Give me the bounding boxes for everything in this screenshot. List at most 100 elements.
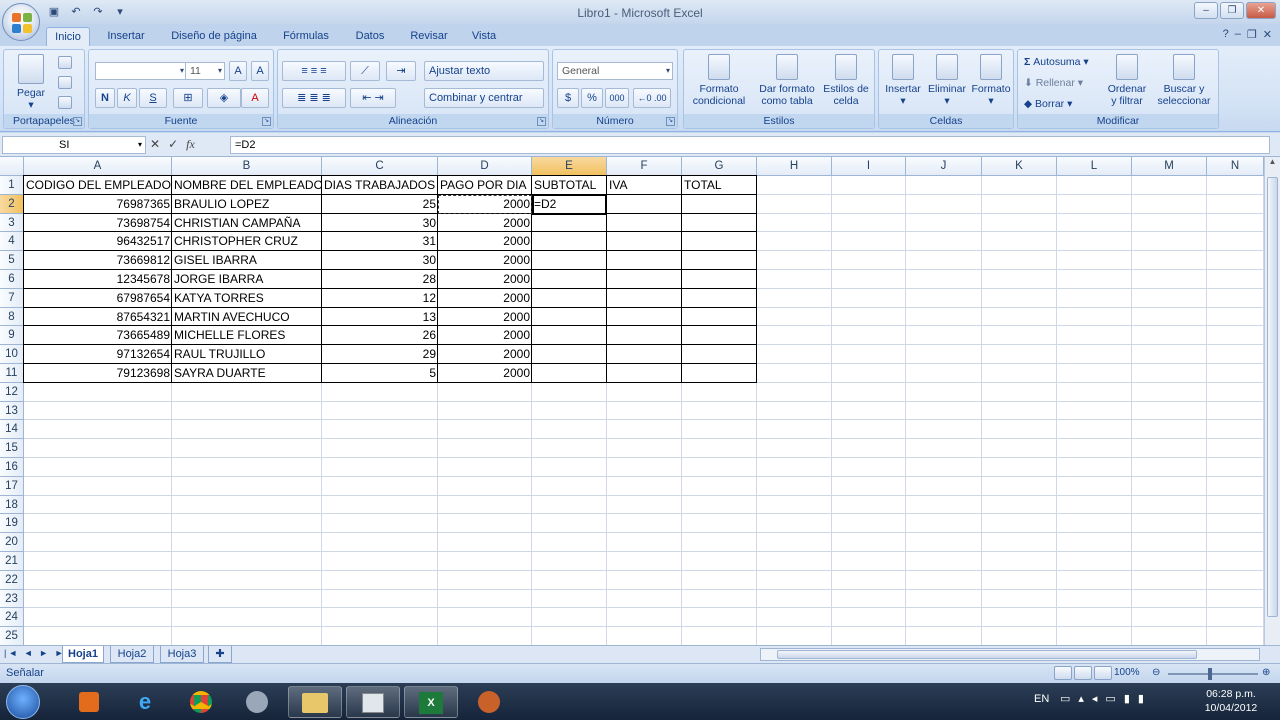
- dialog-launcher-icon[interactable]: ↘: [666, 117, 675, 126]
- row-header-4[interactable]: 4: [0, 232, 24, 252]
- minimize-button[interactable]: –: [1194, 2, 1218, 19]
- insert-cells-button[interactable]: Insertar ▾: [881, 54, 925, 107]
- select-all-corner[interactable]: [0, 157, 24, 176]
- zoom-level[interactable]: 100%: [1114, 667, 1140, 678]
- tab-diseno-pagina[interactable]: Diseño de página: [164, 27, 264, 46]
- row-header-19[interactable]: 19: [0, 514, 24, 534]
- taskbar-ie-icon[interactable]: e: [118, 686, 172, 718]
- row-header-1[interactable]: 1: [0, 176, 24, 195]
- header-cell-d1[interactable]: PAGO POR DIA: [438, 176, 532, 195]
- cell-c3[interactable]: 30: [322, 214, 438, 233]
- cell-a9[interactable]: 73665489: [24, 326, 172, 345]
- fill-color-button[interactable]: ◈: [207, 88, 241, 108]
- row-header-16[interactable]: 16: [0, 458, 24, 477]
- column-header-m[interactable]: M: [1132, 157, 1207, 176]
- cancel-formula-icon[interactable]: ✕: [150, 137, 160, 152]
- tab-revisar[interactable]: Revisar: [404, 27, 454, 46]
- taskbar-excel-icon[interactable]: X: [404, 686, 458, 718]
- clock[interactable]: 06:28 p.m. 10/04/2012: [1196, 687, 1266, 715]
- horizontal-scrollbar[interactable]: [760, 648, 1260, 661]
- cell-b11[interactable]: SAYRA DUARTE: [172, 364, 322, 383]
- cell-d6[interactable]: 2000: [438, 270, 532, 289]
- row-header-20[interactable]: 20: [0, 533, 24, 552]
- format-cells-button[interactable]: Formato ▾: [969, 54, 1013, 107]
- tab-inicio[interactable]: Inicio: [46, 27, 90, 46]
- cell-d3[interactable]: 2000: [438, 214, 532, 233]
- sheet-tab-hoja2[interactable]: Hoja2: [110, 646, 154, 663]
- formula-input[interactable]: =D2: [230, 136, 1270, 154]
- number-format-combo[interactable]: General ▾: [557, 62, 673, 80]
- sheet-tab-hoja3[interactable]: Hoja3: [160, 646, 204, 663]
- vertical-scrollbar[interactable]: ▲: [1264, 157, 1280, 645]
- format-as-table-button[interactable]: Dar formato como tabla: [754, 54, 820, 107]
- column-header-n[interactable]: N: [1207, 157, 1264, 176]
- page-break-view-icon[interactable]: [1094, 666, 1112, 680]
- orientation-button[interactable]: ⟋: [350, 61, 380, 81]
- header-cell-a1[interactable]: CODIGO DEL EMPLEADO: [24, 176, 172, 195]
- row-header-2[interactable]: 2: [0, 194, 24, 214]
- cell-a2[interactable]: 76987365: [24, 195, 172, 214]
- row-header-10[interactable]: 10: [0, 345, 24, 364]
- taskbar-app-icon[interactable]: [230, 686, 284, 718]
- taskbar-media-player-icon[interactable]: [62, 686, 116, 718]
- cell-d10[interactable]: 2000: [438, 345, 532, 364]
- cell-d8[interactable]: 2000: [438, 308, 532, 327]
- header-cell-g1[interactable]: TOTAL: [682, 176, 757, 195]
- column-header-b[interactable]: B: [172, 157, 322, 176]
- paste-button[interactable]: Pegar ▾: [12, 54, 50, 111]
- row-header-13[interactable]: 13: [0, 401, 24, 421]
- column-header-j[interactable]: J: [906, 157, 982, 176]
- shrink-font-button[interactable]: A: [251, 61, 269, 81]
- cell-b2[interactable]: BRAULIO LOPEZ: [172, 195, 322, 214]
- close-button[interactable]: ✕: [1246, 2, 1276, 19]
- cell-c6[interactable]: 28: [322, 270, 438, 289]
- cell-c4[interactable]: 31: [322, 232, 438, 251]
- normal-view-icon[interactable]: [1054, 666, 1072, 680]
- row-header-25[interactable]: 25: [0, 627, 24, 646]
- horizontal-align-buttons[interactable]: ≣ ≣ ≣: [282, 88, 346, 108]
- header-cell-f1[interactable]: IVA: [607, 176, 682, 195]
- dialog-launcher-icon[interactable]: ↘: [262, 117, 271, 126]
- cell-a5[interactable]: 73669812: [24, 251, 172, 270]
- cell-b9[interactable]: MICHELLE FLORES: [172, 326, 322, 345]
- header-cell-b1[interactable]: NOMBRE DEL EMPLEADO: [172, 176, 322, 195]
- autosum-button[interactable]: Σ Autosuma ▾: [1024, 56, 1104, 68]
- conditional-format-button[interactable]: Formato condicional: [688, 54, 750, 107]
- find-select-button[interactable]: Buscar y seleccionar: [1152, 54, 1216, 107]
- cell-c9[interactable]: 26: [322, 326, 438, 345]
- indent-button[interactable]: ⇥: [386, 61, 416, 81]
- merge-center-button[interactable]: Combinar y centrar: [424, 88, 544, 108]
- cell-b8[interactable]: MARTIN AVECHUCO: [172, 308, 322, 327]
- cell-b7[interactable]: KATYA TORRES: [172, 289, 322, 308]
- row-header-9[interactable]: 9: [0, 326, 24, 346]
- page-layout-view-icon[interactable]: [1074, 666, 1092, 680]
- decimal-buttons[interactable]: ←0 .00: [633, 88, 671, 108]
- clear-button[interactable]: ◆ Borrar ▾: [1024, 98, 1104, 110]
- cell-styles-button[interactable]: Estilos de celda: [820, 54, 872, 107]
- column-header-l[interactable]: L: [1057, 157, 1132, 176]
- cell-d9[interactable]: 2000: [438, 326, 532, 345]
- cell-a10[interactable]: 97132654: [24, 345, 172, 364]
- help-icon[interactable]: ?: [1223, 28, 1229, 41]
- office-button[interactable]: [2, 3, 40, 41]
- zoom-slider-thumb[interactable]: [1208, 668, 1212, 680]
- thousands-button[interactable]: 000: [605, 88, 629, 108]
- cell-a4[interactable]: 96432517: [24, 232, 172, 251]
- cell-c8[interactable]: 13: [322, 308, 438, 327]
- row-header-8[interactable]: 8: [0, 307, 24, 327]
- cell-c2[interactable]: 25: [322, 195, 438, 214]
- cell-a7[interactable]: 67987654: [24, 289, 172, 308]
- vertical-align-buttons[interactable]: ≡ ≡ ≡: [282, 61, 346, 81]
- zoom-out-icon[interactable]: ⊖: [1152, 667, 1160, 678]
- cell-a3[interactable]: 73698754: [24, 214, 172, 233]
- column-header-f[interactable]: F: [607, 157, 682, 176]
- taskbar-app2-icon[interactable]: [462, 686, 516, 718]
- cell-c5[interactable]: 30: [322, 251, 438, 270]
- fill-button[interactable]: ⬇ Rellenar ▾: [1024, 77, 1104, 89]
- cell-d5[interactable]: 2000: [438, 251, 532, 270]
- grow-font-button[interactable]: A: [229, 61, 247, 81]
- worksheet-grid[interactable]: ABCDEFGHIJKLMN 1 2 3 4 5 6 7 8 9 10 11 12 13 14 15 16 17…: [0, 157, 1280, 646]
- insert-function-icon[interactable]: fx: [186, 137, 195, 152]
- row-header-24[interactable]: 24: [0, 608, 24, 628]
- row-header-17[interactable]: 17: [0, 476, 24, 496]
